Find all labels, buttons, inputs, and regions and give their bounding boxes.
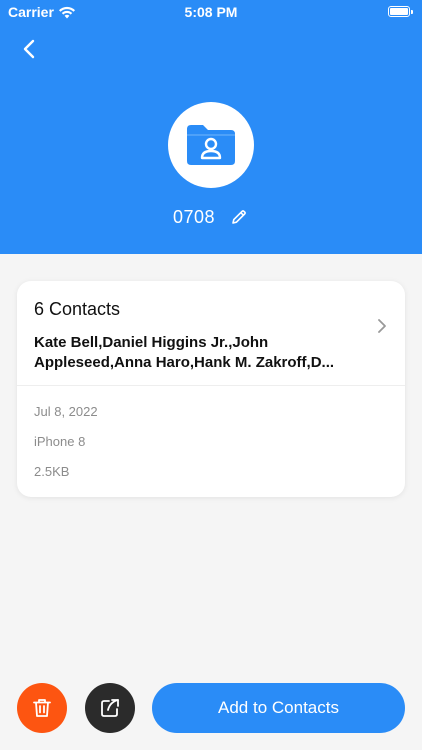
status-time: 5:08 PM xyxy=(184,4,238,20)
header: Carrier 5:08 PM 0708 xyxy=(0,0,422,254)
page-title: 0708 xyxy=(172,206,216,227)
add-to-contacts-button[interactable]: Add to Contacts xyxy=(152,683,405,733)
share-icon xyxy=(101,699,119,717)
battery-icon xyxy=(388,6,413,17)
edit-title-button[interactable] xyxy=(229,207,249,227)
pencil-icon xyxy=(232,210,246,224)
chevron-left-icon xyxy=(23,39,35,59)
contacts-names: Kate Bell,Daniel Higgins Jr.,John Apples… xyxy=(34,334,335,371)
chevron-right-icon xyxy=(378,319,386,333)
back-button[interactable] xyxy=(14,34,44,64)
contacts-summary[interactable]: 6 Contacts Kate Bell,Daniel Higgins Jr.,… xyxy=(17,281,405,385)
share-button[interactable] xyxy=(85,683,135,733)
contacts-count: 6 Contacts xyxy=(34,299,121,319)
backup-device: iPhone 8 xyxy=(34,434,86,449)
trash-icon xyxy=(33,699,51,717)
card-divider xyxy=(17,385,405,386)
folder-avatar xyxy=(168,102,254,188)
backup-date: Jul 8, 2022 xyxy=(34,404,98,419)
contacts-card: 6 Contacts Kate Bell,Daniel Higgins Jr.,… xyxy=(17,281,405,497)
status-bar: Carrier 5:08 PM xyxy=(0,0,422,24)
delete-button[interactable] xyxy=(17,683,67,733)
title-row: 0708 xyxy=(0,204,422,230)
backup-size: 2.5KB xyxy=(34,464,70,479)
contact-folder-icon xyxy=(187,125,235,165)
